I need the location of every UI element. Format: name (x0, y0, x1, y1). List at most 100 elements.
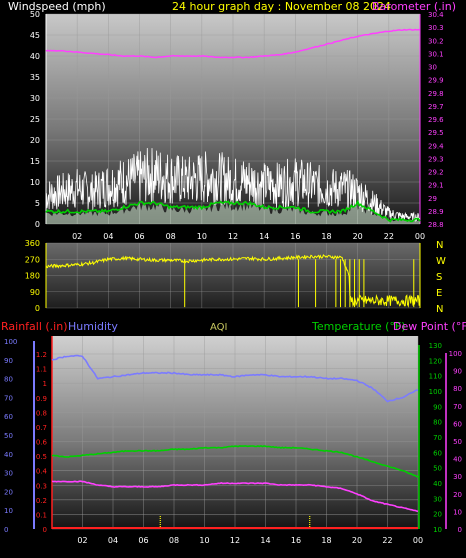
bottom-time-tick-label: 00 (413, 536, 423, 545)
barometer-tick-label: 29.4 (428, 142, 444, 150)
bottom-time-tick-label: 02 (77, 536, 87, 545)
temperature-tick-label: 130 (429, 342, 442, 350)
compass-label: W (436, 256, 446, 267)
direction-tick-label: 180 (25, 272, 40, 281)
barometer-tick-label: 29.2 (428, 169, 444, 177)
temperature-tick-label: 90 (433, 403, 442, 411)
humidity-tick-label: 50 (4, 432, 13, 440)
barometer-tick-label: 29.6 (428, 116, 444, 124)
barometer-tick-label: 29.1 (428, 182, 444, 190)
barometer-tick-label: 28.9 (428, 208, 444, 216)
bottom-time-tick-label: 10 (199, 536, 209, 545)
wind-tick-label: 10 (30, 178, 40, 187)
barometer-axis-title: Barometer (.in) (372, 0, 456, 13)
time-tick-label: 06 (134, 232, 144, 241)
temperature-tick-label: 70 (433, 434, 442, 442)
aqi-label: AQI (210, 322, 228, 333)
wind-tick-label: 5 (35, 199, 40, 208)
time-tick-label: 14 (259, 232, 269, 241)
wind-axis-title: Windspeed (mph) (8, 0, 106, 13)
humidity-tick-label: 30 (4, 470, 13, 478)
humidity-tick-label: 0 (4, 526, 8, 534)
humidity-tick-label: 70 (4, 394, 13, 402)
time-tick-label: 02 (72, 232, 82, 241)
compass-label: S (436, 272, 442, 283)
rain-tick-label: 0.3 (36, 482, 47, 490)
direction-tick-label: 270 (25, 255, 40, 264)
bottom-time-tick-label: 18 (321, 536, 331, 545)
humidity-tick-label: 90 (4, 357, 13, 365)
bottom-time-tick-label: 08 (169, 536, 179, 545)
rain-tick-label: 0.9 (36, 395, 47, 403)
temperature-tick-label: 110 (429, 373, 442, 381)
barometer-tick-label: 30.3 (428, 24, 444, 32)
direction-tick-label: 360 (25, 239, 40, 248)
humidity-tick-label: 80 (4, 376, 13, 384)
dew-point-tick-label: 100 (449, 350, 462, 358)
time-tick-label: 04 (103, 232, 113, 241)
barometer-tick-label: 30 (428, 64, 437, 72)
wind-tick-label: 35 (30, 73, 40, 82)
rain-tick-label: 0.2 (36, 497, 47, 505)
humidity-tick-label: 100 (4, 338, 17, 346)
barometer-tick-label: 30.1 (428, 50, 444, 58)
bottom-time-tick-label: 14 (260, 536, 270, 545)
weather-graph: 0510152025303540455028.828.92929.129.229… (1, 0, 466, 545)
wind-tick-label: 25 (30, 115, 40, 124)
temperature-tick-label: 120 (429, 357, 442, 365)
barometer-tick-label: 29.9 (428, 77, 444, 85)
rain-tick-label: 1 (43, 380, 47, 388)
barometer-tick-label: 29.3 (428, 155, 444, 163)
dew-point-tick-label: 80 (453, 385, 462, 393)
barometer-tick-label: 30.2 (428, 37, 444, 45)
time-tick-label: 20 (353, 232, 363, 241)
dew-point-tick-label: 60 (453, 420, 462, 428)
temperature-tick-label: 10 (433, 526, 442, 534)
dew-point-axis-title: Dew Point (°F) (393, 320, 466, 333)
compass-label: N (436, 240, 443, 251)
time-tick-label: 10 (197, 232, 207, 241)
time-tick-label: 12 (228, 232, 238, 241)
time-tick-label: 16 (290, 232, 300, 241)
humidity-tick-label: 20 (4, 488, 13, 496)
time-tick-label: 22 (384, 232, 394, 241)
barometer-tick-label: 28.8 (428, 221, 444, 229)
rain-tick-label: 0.6 (36, 439, 48, 447)
temperature-tick-label: 80 (433, 419, 442, 427)
time-tick-label: 08 (166, 232, 176, 241)
rainfall-axis-title: Rainfall (.in) (1, 320, 68, 333)
temperature-tick-label: 60 (433, 449, 442, 457)
barometer-tick-label: 29 (428, 195, 437, 203)
time-tick-label: 00 (415, 232, 425, 241)
humidity-tick-label: 60 (4, 413, 13, 421)
barometer-tick-label: 29.7 (428, 103, 444, 111)
dew-point-tick-label: 70 (453, 403, 462, 411)
dew-point-tick-label: 20 (453, 491, 462, 499)
barometer-tick-label: 29.8 (428, 90, 444, 98)
dew-point-tick-label: 10 (453, 508, 462, 516)
compass-label: N (436, 304, 443, 315)
wind-tick-label: 30 (30, 94, 40, 103)
rain-tick-label: 0.4 (36, 468, 48, 476)
compass-label: E (436, 288, 442, 299)
bottom-time-tick-label: 22 (382, 536, 392, 545)
dew-point-tick-label: 50 (453, 438, 462, 446)
dew-point-tick-label: 30 (453, 473, 462, 481)
rain-tick-label: 1.1 (36, 366, 47, 374)
wind-tick-label: 45 (30, 31, 40, 40)
dew-point-tick-label: 40 (453, 456, 462, 464)
chart-title: 24 hour graph day : November 08 2024 (172, 0, 391, 13)
bottom-time-tick-label: 12 (230, 536, 240, 545)
humidity-tick-label: 40 (4, 451, 13, 459)
dew-point-tick-label: 0 (458, 526, 462, 534)
wind-tick-label: 20 (30, 136, 40, 145)
temperature-tick-label: 30 (433, 495, 442, 503)
rain-tick-label: 1.2 (36, 351, 47, 359)
temperature-tick-label: 100 (429, 388, 442, 396)
bottom-time-tick-label: 20 (352, 536, 362, 545)
time-tick-label: 18 (321, 232, 331, 241)
bottom-time-tick-label: 04 (108, 536, 118, 545)
humidity-axis-title: Humidity (68, 320, 118, 333)
wind-tick-label: 15 (30, 157, 40, 166)
rain-tick-label: 0.8 (36, 409, 47, 417)
